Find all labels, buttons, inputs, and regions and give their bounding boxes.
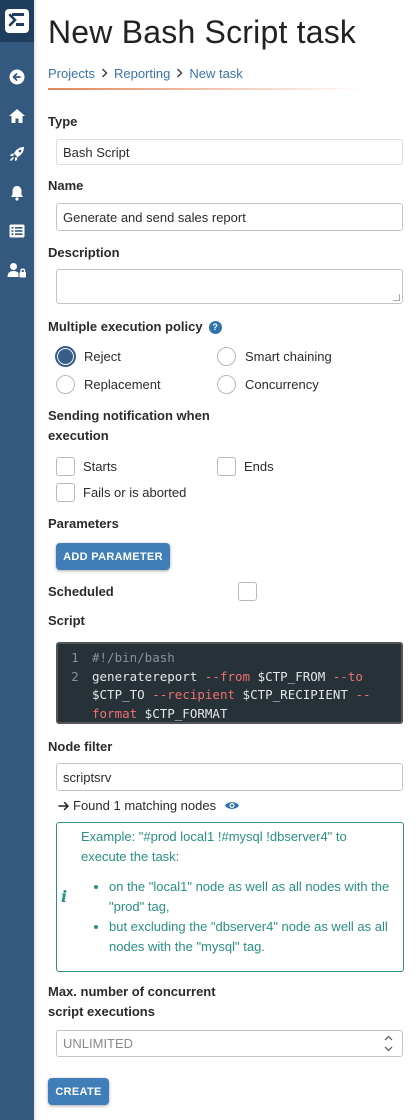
checkbox-ends-label: Ends [244, 459, 274, 474]
radio-concurrency[interactable]: Concurrency [217, 375, 319, 394]
rocket-icon [10, 147, 24, 161]
matching-nodes: Found 1 matching nodes [58, 798, 240, 813]
code-line: 1 #!/bin/bash [58, 649, 395, 668]
back-arrow-icon [9, 69, 25, 85]
line-number: 1 [71, 650, 79, 665]
name-label: Name [48, 178, 84, 193]
type-value: Bash Script [63, 144, 130, 160]
page-title: New Bash Script task [48, 14, 357, 50]
execution-policy-label-text: Multiple execution policy [48, 319, 203, 334]
script-label: Script [48, 613, 85, 628]
breadcrumb-new-task[interactable]: New task [189, 66, 242, 81]
code-token-var: $CTP_FORMAT [137, 705, 228, 721]
example-intro: Example: "#prod local1 !#mysql !dbserver… [81, 829, 347, 864]
radio-smart-chaining[interactable]: Smart chaining [217, 347, 332, 366]
create-button[interactable]: CREATE [48, 1078, 109, 1105]
sidebar [0, 0, 34, 1120]
checkbox-ends[interactable]: Ends [217, 457, 274, 476]
checkbox-fails-label: Fails or is aborted [83, 485, 187, 500]
max-concurrent-label: Max. number of concurrent script executi… [48, 984, 216, 1019]
sidebar-shadow [34, 0, 37, 1120]
sidebar-item-home[interactable] [0, 104, 34, 128]
example-bullet: on the "local1" node as well as all node… [109, 877, 399, 917]
code-token-flag: --from [204, 668, 251, 684]
radio-replacement-label: Replacement [84, 377, 161, 392]
radio-replacement-dot [56, 375, 75, 394]
code-token-flag: --to [332, 668, 363, 684]
radio-reject[interactable]: Reject [56, 347, 121, 366]
node-filter-example: i Example: "#prod local1 !#mysql !dbserv… [56, 822, 404, 972]
app-logo[interactable] [0, 0, 34, 42]
home-icon [9, 109, 25, 123]
sidebar-item-deploy[interactable] [0, 142, 34, 166]
node-filter-value: scriptsrv [63, 769, 112, 785]
radio-smart-chaining-label: Smart chaining [245, 349, 332, 364]
code-token-flag: --recipient [152, 687, 236, 702]
code-line-1: #!/bin/bash [92, 650, 175, 665]
code-line: 2 generatereport --from $CTP_FROM --to $… [58, 668, 395, 724]
add-parameter-button[interactable]: ADD PARAMETER [56, 543, 170, 570]
sidebar-item-tasks[interactable] [0, 219, 34, 243]
node-filter-label: Node filter [48, 739, 113, 754]
eye-icon[interactable] [224, 800, 240, 811]
arrow-right-icon [58, 801, 69, 810]
name-input[interactable]: Generate and send sales report [56, 203, 403, 231]
chevron-right-icon [176, 67, 183, 81]
radio-concurrency-dot [217, 375, 236, 394]
chevron-right-icon [101, 67, 108, 81]
sidebar-item-notifications[interactable] [0, 181, 34, 205]
max-concurrent-input[interactable]: UNLIMITED [56, 1030, 403, 1057]
list-icon [9, 224, 25, 238]
breadcrumb-projects[interactable]: Projects [48, 66, 95, 81]
line-number: 2 [71, 668, 79, 684]
radio-reject-label: Reject [84, 349, 121, 364]
execution-policy-label: Multiple execution policy? [48, 319, 222, 334]
code-token-var: $CTP_FROM [250, 668, 333, 684]
script-editor[interactable]: 1 #!/bin/bash 2 generatereport --from $C… [56, 642, 403, 724]
spinner-down-icon[interactable] [384, 1046, 393, 1052]
checkbox-scheduled[interactable] [238, 582, 265, 601]
user-lock-icon [7, 263, 26, 278]
app-logo-icon [5, 9, 29, 33]
radio-smart-chaining-dot [217, 347, 236, 366]
description-textarea[interactable] [56, 269, 403, 304]
example-list: on the "local1" node as well as all node… [109, 877, 399, 957]
name-value: Generate and send sales report [63, 209, 246, 225]
example-bullet: but excluding the "dbserver4" node as we… [109, 917, 399, 957]
checkbox-starts-box [56, 457, 75, 476]
sidebar-item-users[interactable] [0, 258, 34, 282]
checkbox-starts-label: Starts [83, 459, 117, 474]
sidebar-item-back[interactable] [0, 65, 34, 89]
description-label: Description [48, 245, 120, 260]
type-field: Bash Script [56, 139, 403, 165]
matching-nodes-text: Found 1 matching nodes [73, 798, 217, 813]
bell-icon [11, 186, 23, 201]
node-filter-input[interactable]: scriptsrv [56, 763, 403, 791]
radio-replacement[interactable]: Replacement [56, 375, 161, 394]
code-token-var: $CTP_RECIPIENT [235, 687, 356, 702]
code-token-cmd: generatereport [92, 668, 205, 684]
info-icon: i [61, 887, 68, 906]
checkbox-fails[interactable]: Fails or is aborted [56, 483, 186, 502]
help-icon[interactable]: ? [208, 320, 222, 334]
checkbox-fails-box [56, 483, 75, 502]
spinner-up-icon[interactable] [384, 1035, 393, 1041]
breadcrumb-underline [48, 88, 366, 90]
checkbox-scheduled-box [238, 582, 257, 601]
breadcrumb-reporting[interactable]: Reporting [114, 66, 170, 81]
parameters-label: Parameters [48, 516, 119, 531]
code-line-2: generatereport --from $CTP_FROM --to $CT… [92, 668, 395, 724]
scheduled-label: Scheduled [48, 584, 114, 599]
radio-reject-dot [56, 347, 75, 366]
checkbox-starts[interactable]: Starts [56, 457, 117, 476]
type-label: Type [48, 114, 78, 129]
radio-concurrency-label: Concurrency [245, 377, 319, 392]
resize-handle-icon[interactable] [393, 294, 400, 301]
number-spinner[interactable] [383, 1035, 394, 1052]
max-concurrent-placeholder: UNLIMITED [63, 1036, 134, 1051]
checkbox-ends-box [217, 457, 236, 476]
notification-label: Sending notification when execution [48, 408, 210, 443]
breadcrumb: Projects Reporting New task [48, 66, 243, 81]
